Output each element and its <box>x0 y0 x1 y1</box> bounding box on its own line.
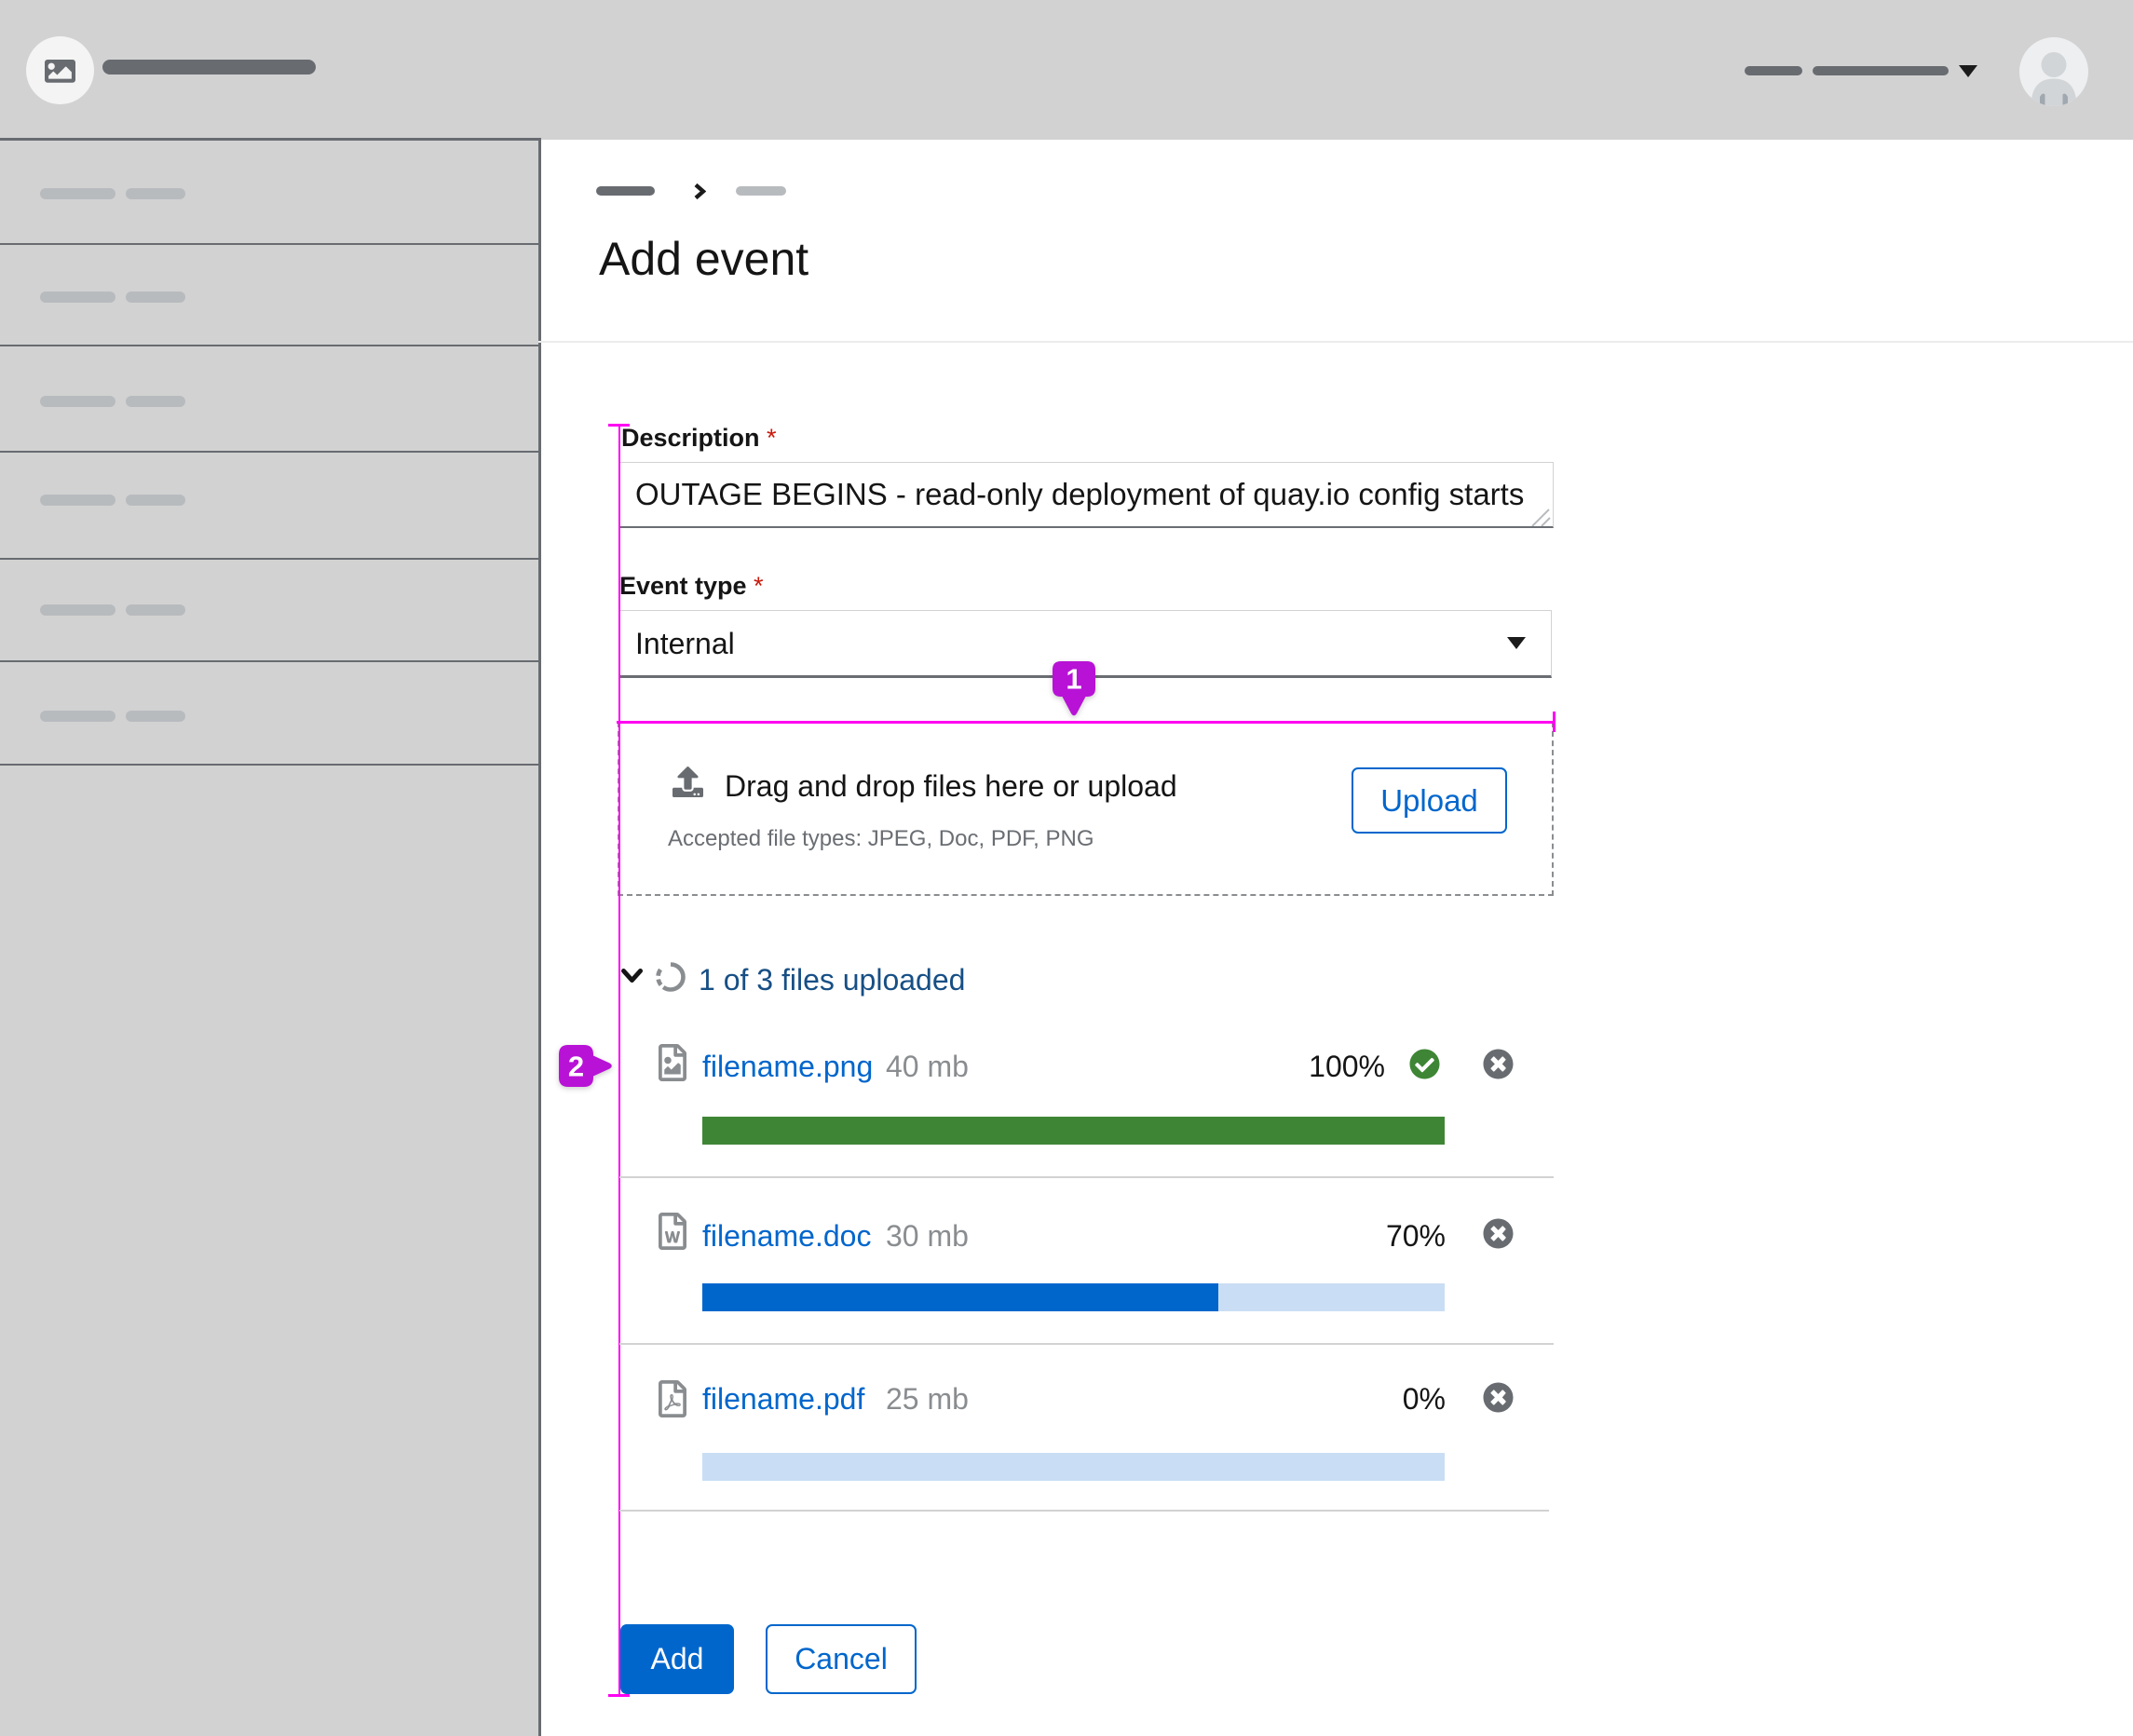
svg-text:1: 1 <box>1066 663 1081 696</box>
svg-text:2: 2 <box>568 1051 584 1083</box>
